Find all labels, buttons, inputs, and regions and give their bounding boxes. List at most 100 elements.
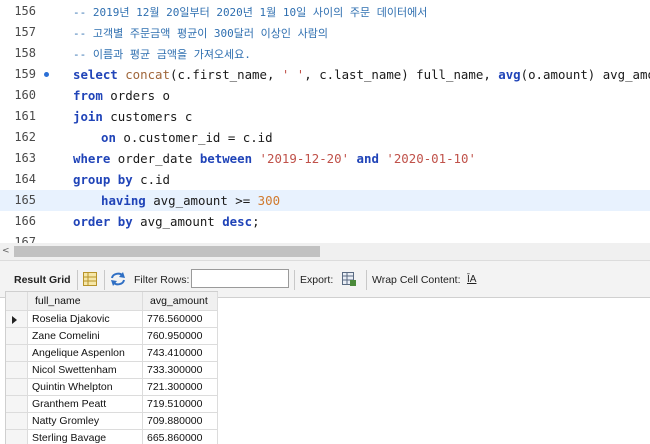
code-text: order by avg_amount desc; [73, 211, 260, 232]
code-text: having avg_amount >= 300 [101, 190, 280, 211]
code-token: (o.amount) avg_amount [520, 67, 650, 82]
column-header-avg-amount[interactable]: avg_amount [143, 292, 218, 311]
code-line[interactable]: 160 from orders o [0, 85, 650, 106]
code-line[interactable]: 161 join customers c [0, 106, 650, 127]
export-label: Export: [300, 274, 334, 286]
line-number: 157 [14, 25, 36, 39]
code-token: 300 [257, 193, 281, 208]
filter-rows-input[interactable] [191, 269, 289, 288]
cell-full-name[interactable]: Nicol Swettenham [28, 362, 143, 379]
code-token: '2020-01-10' [386, 151, 476, 166]
code-token: group by [73, 172, 133, 187]
grid-view-icon[interactable] [82, 271, 98, 287]
code-text: where order_date between '2019-12-20' an… [73, 148, 476, 169]
table-row[interactable]: Sterling Bavage 665.860000 [6, 430, 218, 444]
code-text: group by c.id [73, 169, 170, 190]
code-line[interactable]: 157 -- 고객별 주문금액 평균이 300달러 이상인 사람의 [0, 22, 650, 43]
code-line[interactable]: 167 [0, 232, 650, 243]
code-token: c.id [132, 172, 170, 187]
code-line[interactable]: 159 select concat(c.first_name, ' ', c.la… [0, 64, 650, 85]
cell-full-name[interactable]: Roselia Djakovic [28, 311, 143, 328]
code-token: order by [73, 214, 133, 229]
line-number: 162 [14, 130, 36, 144]
row-selector[interactable] [6, 311, 28, 328]
row-selector[interactable] [6, 413, 28, 430]
result-grid-tab[interactable]: Result Grid [14, 274, 71, 286]
code-token: between [199, 151, 253, 166]
cell-avg-amount[interactable]: 719.510000 [143, 396, 218, 413]
table-row[interactable]: Roselia Djakovic 776.560000 [6, 311, 218, 328]
toolbar-divider [366, 270, 367, 290]
cell-full-name[interactable]: Zane Comelini [28, 328, 143, 345]
code-token: avg_amount >= [145, 193, 258, 208]
code-token: , c.last_name) full_name, [304, 67, 499, 82]
row-selector[interactable] [6, 396, 28, 413]
cell-avg-amount[interactable]: 709.880000 [143, 413, 218, 430]
result-grid[interactable]: full_name avg_amount Roselia Djakovic 776.5… [5, 291, 218, 444]
code-line[interactable]: 156 -- 2019년 12월 20일부터 2020년 1월 10일 사이의 주… [0, 1, 650, 22]
code-token: concat [125, 67, 170, 82]
scroll-left-arrow-icon[interactable]: < [2, 246, 10, 256]
cell-avg-amount[interactable]: 665.860000 [143, 430, 218, 444]
row-selector[interactable] [6, 430, 28, 444]
toolbar-divider [77, 270, 78, 290]
scrollbar-thumb[interactable] [14, 246, 320, 257]
editor-horizontal-scrollbar[interactable]: < [0, 243, 650, 260]
code-line[interactable]: 163 where order_date between '2019-12-20'… [0, 148, 650, 169]
code-token: '2019-12-20' [259, 151, 350, 166]
code-line[interactable]: 162 on o.customer_id = c.id [0, 127, 650, 148]
cell-avg-amount[interactable]: 776.560000 [143, 311, 218, 328]
code-text: -- 이름과 평균 금액을 가져오세요. [73, 43, 251, 65]
cell-full-name[interactable]: Angelique Aspenlon [28, 345, 143, 362]
code-token: (c.first_name, [169, 67, 282, 82]
code-text: select concat(c.first_name, ' ', c.last_… [73, 64, 650, 85]
cell-avg-amount[interactable]: 743.410000 [143, 345, 218, 362]
code-line[interactable]: 166 order by avg_amount desc; [0, 211, 650, 232]
table-row[interactable]: Zane Comelini 760.950000 [6, 328, 218, 345]
code-token: -- 고객별 주문금액 평균이 300달러 이상인 사람의 [73, 27, 329, 40]
code-token: and [356, 151, 379, 166]
code-line[interactable]: 158 -- 이름과 평균 금액을 가져오세요. [0, 43, 650, 64]
code-token: -- 이름과 평균 금액을 가져오세요. [73, 48, 251, 61]
cell-full-name[interactable]: Sterling Bavage [28, 430, 143, 444]
code-text: join customers c [73, 106, 192, 127]
line-number: 164 [14, 172, 36, 186]
code-line[interactable]: 165 having avg_amount >= 300 [0, 190, 650, 211]
code-text: on o.customer_id = c.id [101, 127, 273, 148]
row-selector[interactable] [6, 379, 28, 396]
grid-header-row: full_name avg_amount [6, 292, 218, 311]
row-selector[interactable] [6, 362, 28, 379]
table-row[interactable]: Nicol Swettenham 733.300000 [6, 362, 218, 379]
code-token: join [73, 109, 103, 124]
code-token: -- 2019년 12월 20일부터 2020년 1월 10일 사이의 주문 데… [73, 6, 428, 19]
statement-marker-icon[interactable] [44, 72, 49, 77]
line-number: 160 [14, 88, 36, 102]
row-selector[interactable] [6, 345, 28, 362]
code-text: from orders o [73, 85, 170, 106]
code-token: customers c [102, 109, 193, 124]
code-line[interactable]: 164 group by c.id [0, 169, 650, 190]
cell-avg-amount[interactable]: 760.950000 [143, 328, 218, 345]
column-header-full-name[interactable]: full_name [28, 292, 143, 311]
line-number: 156 [14, 4, 36, 18]
code-text: -- 2019년 12월 20일부터 2020년 1월 10일 사이의 주문 데… [73, 1, 427, 23]
refresh-icon[interactable] [109, 271, 127, 287]
code-token: ; [252, 214, 260, 229]
table-row[interactable]: Natty Gromley 709.880000 [6, 413, 218, 430]
wrap-text-icon[interactable]: ĪA [467, 274, 476, 285]
table-row[interactable]: Quintin Whelpton 721.300000 [6, 379, 218, 396]
sql-editor[interactable]: 156 -- 2019년 12월 20일부터 2020년 1월 10일 사이의 주… [0, 0, 650, 243]
row-selector[interactable] [6, 328, 28, 345]
cell-avg-amount[interactable]: 721.300000 [143, 379, 218, 396]
line-number: 158 [14, 46, 36, 60]
table-row[interactable]: Angelique Aspenlon 743.410000 [6, 345, 218, 362]
cell-full-name[interactable]: Natty Gromley [28, 413, 143, 430]
row-header-corner [6, 292, 28, 311]
line-number: 167 [14, 235, 36, 243]
cell-full-name[interactable]: Quintin Whelpton [28, 379, 143, 396]
cell-full-name[interactable]: Granthem Peatt [28, 396, 143, 413]
table-row[interactable]: Granthem Peatt 719.510000 [6, 396, 218, 413]
cell-avg-amount[interactable]: 733.300000 [143, 362, 218, 379]
export-icon[interactable] [341, 271, 357, 287]
